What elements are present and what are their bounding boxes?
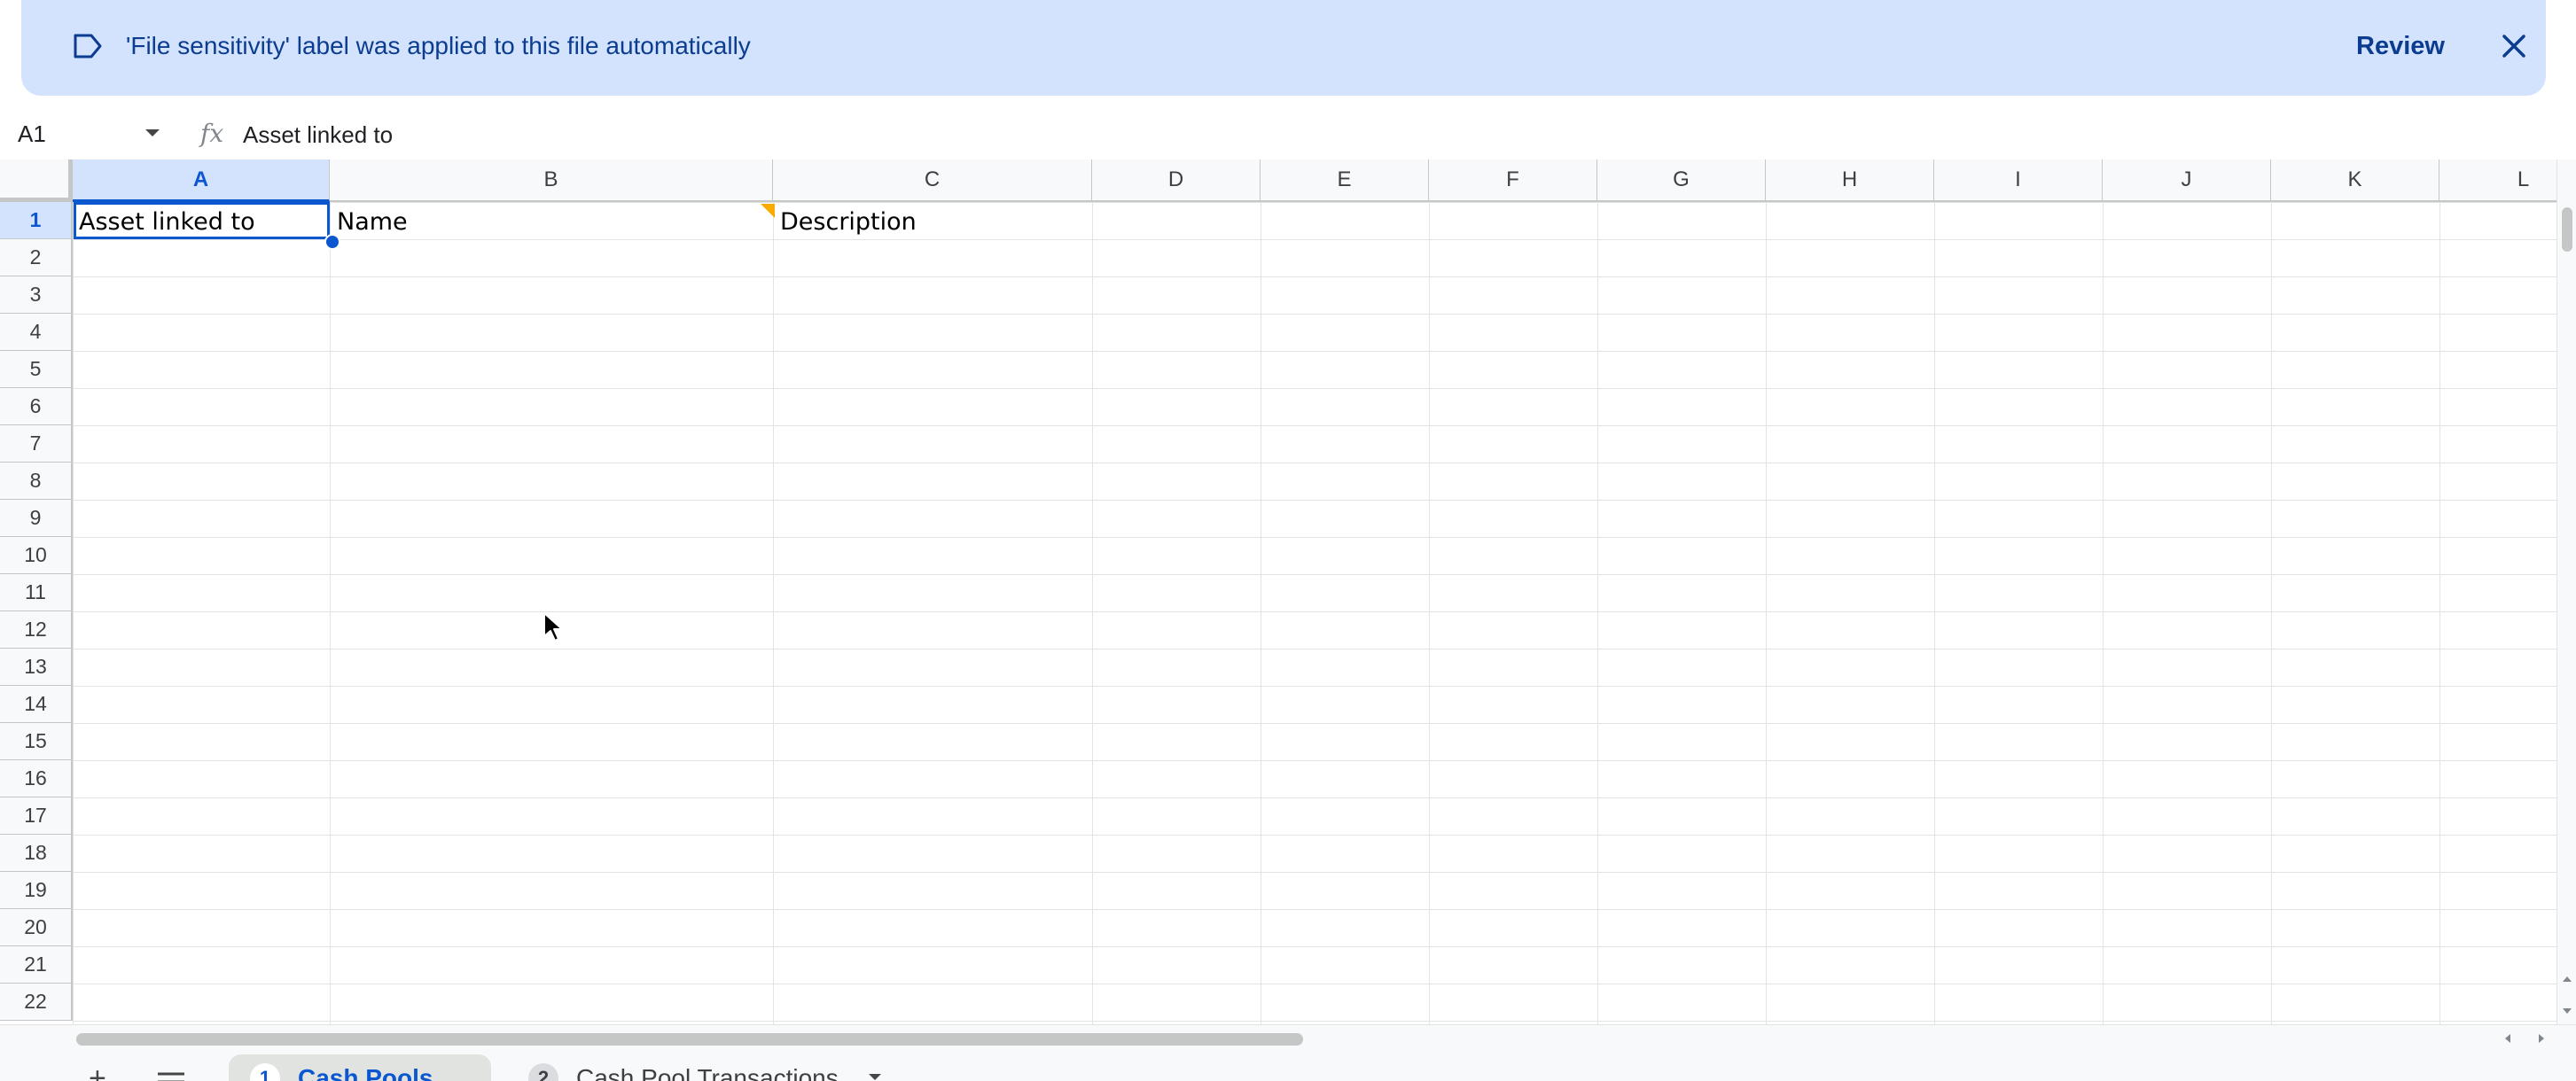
column-divider bbox=[1934, 202, 1935, 1024]
sheet-tab-label: Cash Pools bbox=[298, 1064, 433, 1081]
row-header-18[interactable]: 18 bbox=[0, 835, 73, 872]
row-header-7[interactable]: 7 bbox=[0, 425, 73, 463]
row-header-2[interactable]: 2 bbox=[0, 239, 73, 276]
close-icon[interactable] bbox=[2500, 32, 2528, 60]
column-divider bbox=[1766, 202, 1767, 1024]
scroll-down-icon[interactable] bbox=[2563, 1008, 2572, 1014]
column-divider bbox=[330, 202, 331, 1024]
all-sheets-menu-icon[interactable] bbox=[156, 1072, 186, 1081]
sheet-tab-label: Cash Pool Transactions bbox=[576, 1064, 839, 1081]
cell-b1[interactable]: Name bbox=[337, 204, 408, 241]
sheet-tab-bar: + 1 Cash Pools 2 Cash Pool Transactions bbox=[0, 1051, 2576, 1081]
column-header-i[interactable]: I bbox=[1934, 159, 2103, 202]
cell-area[interactable] bbox=[73, 202, 2556, 1024]
sensitivity-label-banner: 'File sensitivity' label was applied to … bbox=[21, 0, 2546, 96]
review-button[interactable]: Review bbox=[2356, 30, 2445, 62]
row-header-15[interactable]: 15 bbox=[0, 723, 73, 760]
name-box[interactable]: A1 bbox=[18, 119, 46, 149]
row-header-1[interactable]: 1 bbox=[0, 202, 73, 239]
vertical-scrollbar[interactable] bbox=[2556, 159, 2576, 1024]
column-header-c[interactable]: C bbox=[773, 159, 1092, 202]
row-header-13[interactable]: 13 bbox=[0, 649, 73, 686]
cell-c1[interactable]: Description bbox=[780, 204, 917, 241]
row-header-8[interactable]: 8 bbox=[0, 463, 73, 500]
add-sheet-icon[interactable]: + bbox=[89, 1063, 106, 1081]
row-header-4[interactable]: 4 bbox=[0, 314, 73, 351]
column-divider bbox=[1429, 202, 1430, 1024]
column-header-h[interactable]: H bbox=[1766, 159, 1934, 202]
column-divider bbox=[773, 202, 774, 1024]
horizontal-scroll-thumb[interactable] bbox=[76, 1033, 1303, 1046]
row-header-21[interactable]: 21 bbox=[0, 946, 73, 984]
row-header-19[interactable]: 19 bbox=[0, 872, 73, 909]
row-header-14[interactable]: 14 bbox=[0, 686, 73, 723]
row-header-20[interactable]: 20 bbox=[0, 909, 73, 946]
row-header-12[interactable]: 12 bbox=[0, 611, 73, 649]
column-header-d[interactable]: D bbox=[1092, 159, 1261, 202]
formula-input[interactable]: Asset linked to bbox=[243, 121, 393, 149]
banner-message: 'File sensitivity' label was applied to … bbox=[126, 32, 751, 59]
row-header-9[interactable]: 9 bbox=[0, 500, 73, 537]
column-divider bbox=[1092, 202, 1093, 1024]
row-header-17[interactable]: 17 bbox=[0, 797, 73, 835]
column-header-a[interactable]: A bbox=[73, 159, 330, 202]
column-divider bbox=[2271, 202, 2272, 1024]
column-header-b[interactable]: B bbox=[330, 159, 773, 202]
sheet-tab-cash-pools[interactable]: 1 Cash Pools bbox=[229, 1054, 491, 1081]
row-header-5[interactable]: 5 bbox=[0, 351, 73, 388]
sheet-tab-number: 2 bbox=[528, 1063, 558, 1081]
chevron-down-icon[interactable] bbox=[145, 129, 160, 136]
row-header-16[interactable]: 16 bbox=[0, 760, 73, 797]
column-header-l[interactable]: L bbox=[2439, 159, 2556, 202]
column-header-e[interactable]: E bbox=[1261, 159, 1429, 202]
column-header-f[interactable]: F bbox=[1429, 159, 1597, 202]
comment-indicator[interactable] bbox=[761, 204, 775, 218]
chevron-down-icon[interactable] bbox=[869, 1074, 881, 1080]
column-divider bbox=[1597, 202, 1598, 1024]
active-cell-outline bbox=[74, 202, 330, 239]
column-header-g[interactable]: G bbox=[1597, 159, 1766, 202]
fill-handle[interactable] bbox=[324, 234, 340, 250]
label-outline-icon bbox=[74, 34, 102, 58]
formula-bar: A1 fx Asset linked to bbox=[0, 110, 2576, 158]
row-header-10[interactable]: 10 bbox=[0, 537, 73, 574]
scroll-up-icon[interactable] bbox=[2563, 976, 2572, 982]
mouse-pointer-icon bbox=[543, 612, 563, 642]
scroll-left-icon[interactable] bbox=[2505, 1034, 2510, 1043]
fx-icon: fx bbox=[200, 119, 224, 148]
vertical-scroll-thumb[interactable] bbox=[2562, 207, 2572, 252]
row-header-22[interactable]: 22 bbox=[0, 984, 73, 1021]
column-header-k[interactable]: K bbox=[2271, 159, 2439, 202]
spreadsheet-grid[interactable]: A B C D E F G H I J K L 1 2 3 4 5 6 7 8 … bbox=[0, 159, 2556, 1024]
horizontal-scrollbar[interactable] bbox=[0, 1024, 2576, 1052]
scroll-right-icon[interactable] bbox=[2539, 1034, 2544, 1043]
row-header-3[interactable]: 3 bbox=[0, 276, 73, 314]
sheet-tab-cash-pool-transactions[interactable]: 2 Cash Pool Transactions bbox=[507, 1054, 897, 1081]
column-header-j[interactable]: J bbox=[2103, 159, 2271, 202]
select-all-corner[interactable] bbox=[0, 159, 73, 202]
row-header-6[interactable]: 6 bbox=[0, 388, 73, 425]
column-divider bbox=[2103, 202, 2104, 1024]
column-divider bbox=[2439, 202, 2440, 1024]
sheet-tab-number: 1 bbox=[250, 1063, 280, 1081]
row-header-11[interactable]: 11 bbox=[0, 574, 73, 611]
